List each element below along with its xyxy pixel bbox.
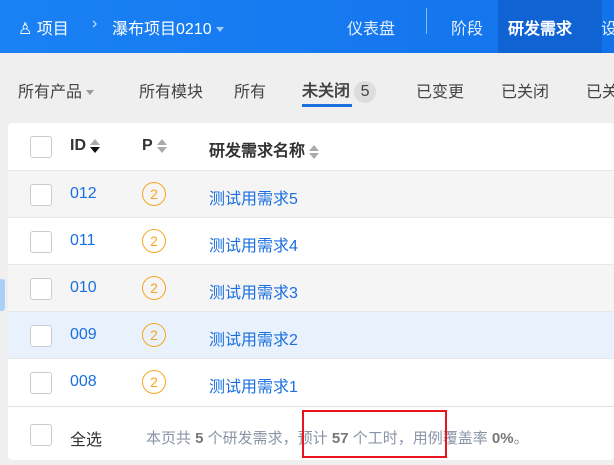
row-checkbox[interactable]: [30, 231, 52, 253]
caret-down-icon: [215, 27, 224, 33]
top-nav: ♙ 项目 › 瀑布项目0210 仪表盘 阶段 研发需求 设: [0, 0, 614, 53]
row-id[interactable]: 012: [70, 185, 97, 203]
side-handle[interactable]: [0, 279, 5, 311]
divider: [426, 8, 427, 34]
priority-badge: 2: [142, 229, 166, 253]
nav-stage[interactable]: 阶段: [451, 15, 483, 39]
tab-closed[interactable]: 已关闭: [501, 78, 549, 102]
row-name-link[interactable]: 测试用需求5: [209, 185, 298, 209]
select-all-label[interactable]: 全选: [70, 426, 102, 450]
active-tab-underline: [302, 104, 352, 107]
priority-badge: 2: [142, 323, 166, 347]
row-id[interactable]: 009: [70, 326, 97, 344]
table-row[interactable]: 008 2 测试用需求1: [8, 358, 614, 405]
row-name-link[interactable]: 测试用需求2: [209, 326, 298, 350]
sort-icon: [309, 144, 320, 160]
sort-icon: [156, 138, 167, 154]
project-switcher[interactable]: 瀑布项目0210: [112, 15, 224, 39]
col-id[interactable]: ID: [70, 137, 100, 155]
priority-badge: 2: [142, 370, 166, 394]
table-row[interactable]: 010 2 测试用需求3: [8, 264, 614, 311]
nav-requirements[interactable]: 研发需求: [508, 15, 572, 39]
table-row[interactable]: 009 2 测试用需求2: [8, 311, 614, 358]
col-name[interactable]: 研发需求名称: [209, 137, 320, 161]
col-priority[interactable]: P: [142, 137, 167, 155]
row-checkbox[interactable]: [30, 184, 52, 206]
tab-more[interactable]: 已关: [586, 78, 614, 102]
chevron-right-icon: ›: [92, 15, 98, 32]
rocket-icon: ♙: [18, 21, 33, 38]
row-name-link[interactable]: 测试用需求1: [209, 373, 298, 397]
table-row[interactable]: 012 2 测试用需求5: [8, 170, 614, 217]
row-id[interactable]: 008: [70, 373, 97, 391]
priority-badge: 2: [142, 182, 166, 206]
module-filter[interactable]: 所有模块: [139, 78, 203, 102]
row-checkbox[interactable]: [30, 325, 52, 347]
highlight-box: [302, 410, 447, 458]
table-header: ID P 研发需求名称: [8, 123, 614, 170]
nav-settings[interactable]: 设: [601, 15, 614, 39]
row-checkbox[interactable]: [30, 278, 52, 300]
row-id[interactable]: 011: [70, 232, 96, 250]
caret-down-icon: [86, 90, 95, 96]
row-name-link[interactable]: 测试用需求4: [209, 232, 298, 256]
priority-badge: 2: [142, 276, 166, 300]
select-all-checkbox[interactable]: [30, 424, 52, 446]
product-dropdown[interactable]: 所有产品: [18, 78, 95, 102]
nav-dashboard[interactable]: 仪表盘: [347, 15, 395, 39]
row-checkbox[interactable]: [30, 372, 52, 394]
row-name-link[interactable]: 测试用需求3: [209, 279, 298, 303]
tab-changed[interactable]: 已变更: [416, 78, 464, 102]
header-checkbox[interactable]: [30, 136, 52, 158]
tab-unclosed[interactable]: 未关闭 5: [302, 77, 377, 103]
row-id[interactable]: 010: [70, 279, 97, 297]
breadcrumb-root[interactable]: ♙ 项目: [18, 15, 69, 39]
sort-icon: [90, 138, 100, 154]
count-badge: 5: [354, 81, 377, 103]
tab-all[interactable]: 所有: [234, 78, 266, 102]
table-row[interactable]: 011 2 测试用需求4: [8, 217, 614, 264]
